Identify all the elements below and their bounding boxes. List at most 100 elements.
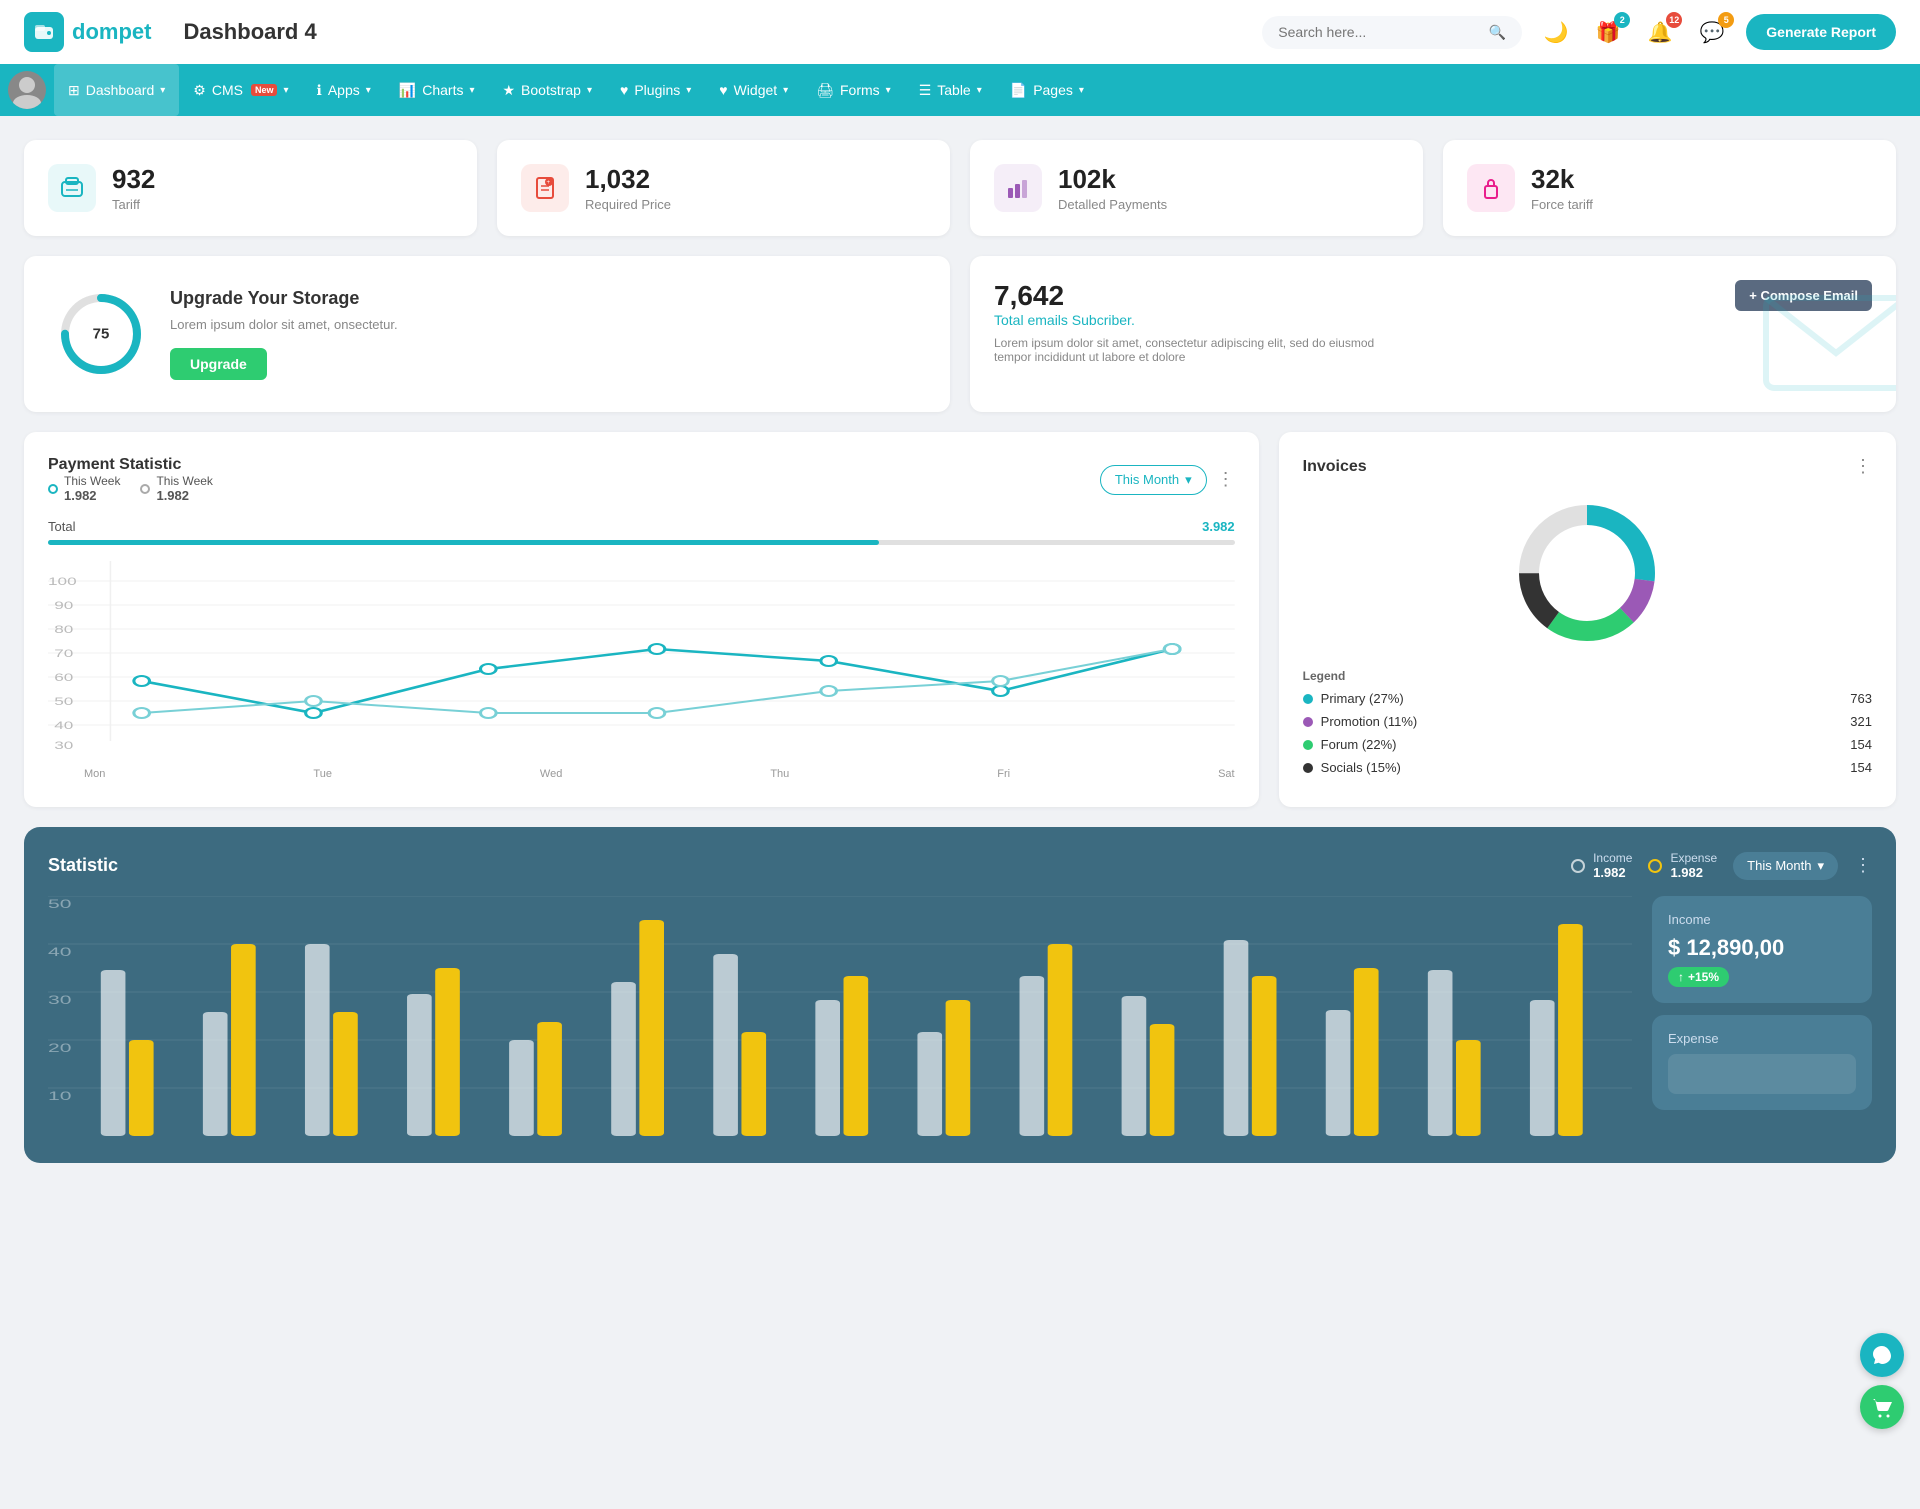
topbar-icons: 🌙 🎁 2 🔔 12 💬 5 bbox=[1538, 14, 1730, 50]
page-title: Dashboard 4 bbox=[183, 19, 1262, 45]
chat-btn[interactable]: 💬 5 bbox=[1694, 14, 1730, 50]
statistic-controls: Income 1.982 Expense 1.982 This Month ▾ … bbox=[1571, 851, 1872, 880]
chart-row: Payment Statistic This Week 1.982 bbox=[24, 432, 1896, 807]
upgrade-button[interactable]: Upgrade bbox=[170, 348, 267, 380]
tariff-label: Tariff bbox=[112, 197, 155, 212]
primary-dot bbox=[1303, 694, 1313, 704]
float-chat-btn[interactable] bbox=[1860, 1333, 1904, 1377]
statistic-bar-chart: 50 40 30 20 10 bbox=[48, 896, 1632, 1136]
legend-forum: Forum (22%) 154 bbox=[1303, 737, 1872, 752]
chevron-down-icon-pages: ▾ bbox=[1079, 85, 1084, 96]
svg-text:50: 50 bbox=[48, 897, 71, 911]
income-badge-text: +15% bbox=[1688, 970, 1719, 984]
legend-1-val: 1.982 bbox=[64, 488, 120, 503]
nav-item-charts[interactable]: 📊 Charts ▾ bbox=[385, 64, 489, 116]
statistic-month-filter-btn[interactable]: This Month ▾ bbox=[1733, 852, 1838, 880]
invoices-more-btn[interactable]: ⋮ bbox=[1854, 456, 1872, 477]
required-price-icon: + bbox=[521, 164, 569, 212]
nav-item-dashboard[interactable]: ⊞ Dashboard ▾ bbox=[54, 64, 179, 116]
detailed-payments-stat-info: 102k Detalled Payments bbox=[1058, 164, 1167, 212]
this-month-filter-btn[interactable]: This Month ▾ bbox=[1100, 465, 1207, 495]
nav-item-cms[interactable]: ⚙ CMS New ▾ bbox=[179, 64, 302, 116]
legend-2-val: 1.982 bbox=[156, 488, 212, 503]
legend-forum-left: Forum (22%) bbox=[1303, 737, 1397, 752]
email-description: Lorem ipsum dolor sit amet, consectetur … bbox=[994, 336, 1394, 364]
expense-legend: Expense 1.982 bbox=[1648, 851, 1717, 880]
apps-icon: ℹ bbox=[317, 82, 322, 99]
nav-item-forms[interactable]: 🖨 Forms ▾ bbox=[802, 64, 904, 116]
nav-label-forms: Forms bbox=[840, 82, 880, 98]
payment-chart-title: Payment Statistic bbox=[48, 456, 213, 474]
nav-item-bootstrap[interactable]: ★ Bootstrap ▾ bbox=[488, 64, 606, 116]
payment-chart-card: Payment Statistic This Week 1.982 bbox=[24, 432, 1259, 807]
expense-box-placeholder bbox=[1668, 1054, 1856, 1094]
chevron-down-icon-statistic: ▾ bbox=[1817, 858, 1824, 874]
legend-dot-gray bbox=[140, 484, 150, 494]
logo[interactable]: dompet bbox=[24, 12, 151, 52]
total-progress-fill bbox=[48, 540, 879, 545]
svg-text:10: 10 bbox=[48, 1089, 71, 1103]
email-card-top: 7,642 Total emails Subcriber. Lorem ipsu… bbox=[994, 280, 1872, 364]
x-label-sat: Sat bbox=[1218, 768, 1235, 780]
socials-value: 154 bbox=[1850, 760, 1872, 775]
legend-item-1: This Week 1.982 bbox=[48, 474, 120, 503]
statistic-chart-area: 50 40 30 20 10 bbox=[48, 896, 1632, 1139]
chevron-down-icon-plugins: ▾ bbox=[686, 85, 691, 96]
search-input[interactable] bbox=[1278, 24, 1481, 40]
search-bar[interactable]: 🔍 bbox=[1262, 16, 1522, 49]
topbar: dompet Dashboard 4 🔍 🌙 🎁 2 🔔 12 💬 5 Gene… bbox=[0, 0, 1920, 64]
chevron-down-icon-forms: ▾ bbox=[886, 85, 891, 96]
x-label-thu: Thu bbox=[770, 768, 789, 780]
legend-dot-teal bbox=[48, 484, 58, 494]
table-icon: ☰ bbox=[919, 82, 932, 99]
statistic-info-area: Income $ 12,890,00 ↑ +15% Expense bbox=[1652, 896, 1872, 1139]
nav-item-pages[interactable]: 📄 Pages ▾ bbox=[996, 64, 1098, 116]
nav-item-apps[interactable]: ℹ Apps ▾ bbox=[303, 64, 385, 116]
payment-chart-left: Payment Statistic This Week 1.982 bbox=[48, 456, 213, 503]
nav-avatar bbox=[8, 71, 46, 109]
required-price-stat-info: 1,032 Required Price bbox=[585, 164, 671, 212]
upgrade-text: Upgrade Your Storage Lorem ipsum dolor s… bbox=[170, 288, 398, 380]
statistic-more-btn[interactable]: ⋮ bbox=[1854, 855, 1872, 876]
progress-percent: 75 bbox=[93, 326, 110, 343]
detailed-payments-value: 102k bbox=[1058, 164, 1167, 195]
expense-box-title: Expense bbox=[1668, 1031, 1856, 1046]
legend-socials-left: Socials (15%) bbox=[1303, 760, 1401, 775]
statistic-title: Statistic bbox=[48, 855, 118, 876]
nav-item-table[interactable]: ☰ Table ▾ bbox=[905, 64, 996, 116]
promotion-label: Promotion (11%) bbox=[1321, 714, 1418, 729]
income-val: 1.982 bbox=[1593, 865, 1632, 880]
payment-line-chart: 100 90 80 70 60 50 40 30 bbox=[48, 561, 1235, 761]
nav-item-widget[interactable]: ♥ Widget ▾ bbox=[705, 64, 802, 116]
svg-text:40: 40 bbox=[54, 720, 73, 732]
float-cart-btn[interactable] bbox=[1860, 1385, 1904, 1429]
chevron-down-icon-cms: ▾ bbox=[283, 85, 288, 96]
nav-item-plugins[interactable]: ♥ Plugins ▾ bbox=[606, 64, 705, 116]
nav-label-bootstrap: Bootstrap bbox=[521, 82, 581, 98]
gift-btn[interactable]: 🎁 2 bbox=[1590, 14, 1626, 50]
income-box: Income $ 12,890,00 ↑ +15% bbox=[1652, 896, 1872, 1003]
invoice-legend: Legend Primary (27%) 763 Promotion (11%)… bbox=[1303, 669, 1872, 775]
svg-text:40: 40 bbox=[48, 945, 71, 959]
nav-label-pages: Pages bbox=[1033, 82, 1073, 98]
stat-card-required-price: + 1,032 Required Price bbox=[497, 140, 950, 236]
nav-label-apps: Apps bbox=[328, 82, 360, 98]
total-row: Total 3.982 bbox=[48, 519, 1235, 534]
svg-text:80: 80 bbox=[54, 624, 73, 636]
theme-toggle-btn[interactable]: 🌙 bbox=[1538, 14, 1574, 50]
expense-legend-circle bbox=[1648, 859, 1662, 873]
x-axis-labels: Mon Tue Wed Thu Fri Sat bbox=[48, 764, 1235, 780]
bell-btn[interactable]: 🔔 12 bbox=[1642, 14, 1678, 50]
search-icon: 🔍 bbox=[1489, 24, 1506, 41]
legend-socials: Socials (15%) 154 bbox=[1303, 760, 1872, 775]
x-label-wed: Wed bbox=[540, 768, 562, 780]
payment-chart-header: Payment Statistic This Week 1.982 bbox=[48, 456, 1235, 503]
widget-icon: ♥ bbox=[719, 82, 727, 98]
payment-chart-more-btn[interactable]: ⋮ bbox=[1217, 469, 1235, 490]
legend-1-info: This Week 1.982 bbox=[64, 474, 120, 503]
generate-report-button[interactable]: Generate Report bbox=[1746, 14, 1896, 50]
required-price-label: Required Price bbox=[585, 197, 671, 212]
charts-icon: 📊 bbox=[399, 82, 416, 99]
legend-promotion: Promotion (11%) 321 bbox=[1303, 714, 1872, 729]
nav-label-cms: CMS bbox=[212, 82, 243, 98]
